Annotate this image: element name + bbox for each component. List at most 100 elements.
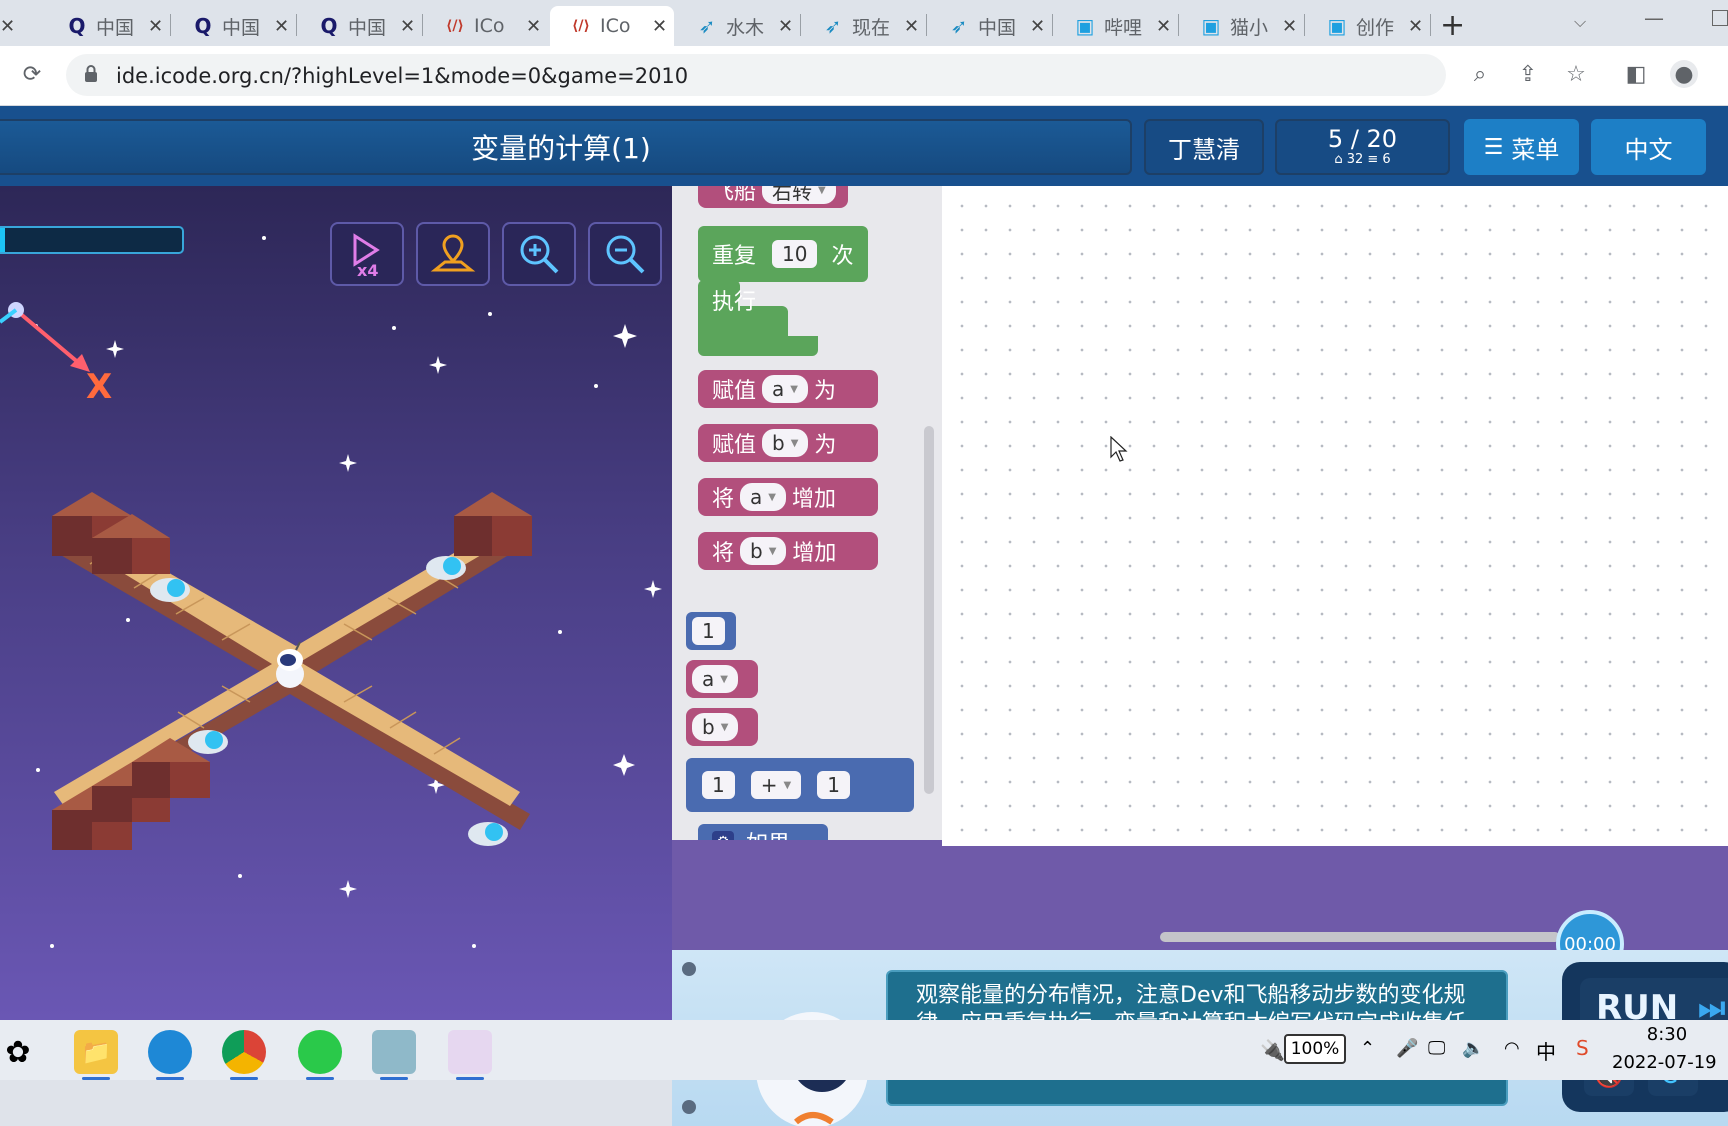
number-value[interactable]: 1	[692, 617, 725, 645]
variable-a-block[interactable]: a ▼	[686, 660, 758, 698]
variable-dropdown[interactable]: b ▼	[692, 713, 739, 741]
wechat-icon[interactable]	[298, 1030, 342, 1080]
volume-icon[interactable]: 🔈	[1462, 1038, 1484, 1059]
ime-indicator[interactable]: 中	[1536, 1036, 1556, 1065]
dropdown-arrow-icon: ▼	[818, 186, 826, 196]
q-icon: Q	[320, 14, 338, 38]
tab-title: 中国	[348, 16, 386, 39]
variable-b-block[interactable]: b ▼	[686, 708, 758, 746]
close-icon[interactable]: ✕	[1156, 16, 1171, 37]
sidebar-icon[interactable]: ◧	[1622, 60, 1650, 88]
variable-dropdown[interactable]: b ▼	[740, 537, 787, 565]
variable-dropdown[interactable]: a ▼	[740, 483, 786, 511]
direction-dropdown[interactable]: 右转 ▼	[762, 186, 836, 204]
browser-tab[interactable]: ✕	[0, 6, 15, 46]
reload-icon[interactable]: ⟳	[18, 60, 46, 88]
battery-indicator[interactable]: 100%	[1284, 1034, 1346, 1064]
lock-icon[interactable]	[84, 65, 98, 82]
speed-x4-button[interactable]: x4	[330, 222, 404, 286]
app-icon[interactable]	[372, 1030, 416, 1080]
bookmark-star-icon[interactable]: ☆	[1562, 60, 1590, 88]
map-pin-button[interactable]	[416, 222, 490, 286]
variable-dropdown[interactable]: a ▼	[762, 375, 808, 403]
tab-search-icon[interactable]: ⌵	[1574, 12, 1586, 32]
browser-tab[interactable]: ▣ 猫小 ✕	[1180, 6, 1304, 46]
dropdown-value: b	[772, 431, 785, 455]
close-icon[interactable]: ✕	[274, 16, 289, 37]
menu-button[interactable]: ☰ 菜单	[1464, 119, 1579, 175]
minimize-icon[interactable]: —	[1644, 6, 1664, 30]
browser-tab[interactable]: ➶ 现在 ✕	[802, 6, 926, 46]
browser-tab[interactable]: ➶ 水木 ✕	[676, 6, 800, 46]
browser-tab[interactable]: ▣ 哔哩 ✕	[1054, 6, 1178, 46]
number-block[interactable]: 1	[686, 612, 736, 650]
variable-dropdown[interactable]: a ▼	[692, 665, 738, 693]
close-icon[interactable]: ✕	[778, 16, 793, 37]
math-operation-block[interactable]: 1 + ▼ 1	[686, 758, 914, 812]
code-workspace[interactable]	[942, 186, 1728, 846]
close-icon[interactable]: ✕	[148, 16, 163, 37]
zoom-out-button[interactable]	[588, 222, 662, 286]
power-plug-icon[interactable]: 🔌	[1260, 1038, 1285, 1062]
if-block[interactable]: ⚙ 如果	[698, 824, 828, 840]
assign-a-block[interactable]: 赋值 a ▼ 为	[698, 370, 878, 408]
browser-tab[interactable]: Q 中国 ✕	[172, 6, 296, 46]
level-progress: 5 / 20	[1327, 125, 1398, 153]
browser-tab[interactable]: Q 中国 ✕	[46, 6, 170, 46]
repeat-label: 重复	[712, 244, 757, 269]
close-icon[interactable]: ✕	[904, 16, 919, 37]
profile-icon[interactable]: ●	[1670, 60, 1698, 88]
tab-separator	[800, 14, 801, 36]
game-page: 变量的计算(1) 丁慧清 5 / 20 ⌂ 32 ≡ 6 ☰ 菜单 中文 X x…	[0, 106, 1728, 1126]
user-name-button[interactable]: 丁慧清	[1144, 119, 1264, 175]
close-icon[interactable]: ✕	[400, 16, 415, 37]
display-icon[interactable]: 🖵	[1428, 1038, 1445, 1059]
close-icon[interactable]: ✕	[1282, 16, 1297, 37]
clock-date[interactable]: 2022-07-19	[1612, 1052, 1728, 1073]
close-icon[interactable]: ✕	[526, 16, 541, 37]
microphone-icon[interactable]: 🎤	[1396, 1038, 1418, 1059]
tab-separator	[1178, 14, 1179, 36]
new-tab-button[interactable]: +	[1440, 8, 1465, 43]
variable-dropdown[interactable]: b ▼	[762, 429, 809, 457]
browser-tab[interactable]: Q 中国 ✕	[298, 6, 422, 46]
browser-tab[interactable]: ▣ 创作 ✕	[1306, 6, 1430, 46]
start-icon[interactable]: ✿	[0, 1030, 40, 1074]
zoom-icon[interactable]: ⌕	[1466, 60, 1494, 88]
browser-tab[interactable]: ⟨/⟩ ICo ✕	[424, 6, 548, 46]
ship-turn-block[interactable]: 飞船 右转 ▼	[698, 186, 848, 208]
toolbox-scrollbar[interactable]	[924, 426, 934, 794]
file-explorer-icon[interactable]: 📁	[74, 1030, 118, 1080]
close-icon[interactable]: ✕	[1030, 16, 1045, 37]
increase-b-block[interactable]: 将 b ▼ 增加	[698, 532, 878, 570]
math-right-operand[interactable]: 1	[817, 771, 850, 799]
wifi-icon[interactable]: ◠	[1504, 1038, 1520, 1059]
bird-icon: ➶	[698, 14, 716, 38]
sogou-ime-icon[interactable]: S	[1576, 1036, 1589, 1060]
url-text[interactable]: ide.icode.org.cn/?highLevel=1&mode=0&gam…	[116, 64, 688, 88]
dropdown-arrow-icon: ▼	[790, 437, 799, 449]
math-left-operand[interactable]: 1	[702, 771, 735, 799]
close-icon[interactable]: ✕	[0, 16, 15, 37]
repeat-count-input[interactable]: 10	[772, 240, 818, 268]
workspace-scrollbar[interactable]	[1160, 932, 1560, 942]
chrome-icon[interactable]	[222, 1030, 266, 1080]
paint-icon[interactable]	[448, 1030, 492, 1080]
assign-b-block[interactable]: 赋值 b ▼ 为	[698, 424, 878, 462]
maximize-icon[interactable]	[1712, 10, 1728, 26]
increase-a-block[interactable]: 将 a ▼ 增加	[698, 478, 878, 516]
operator-dropdown[interactable]: + ▼	[750, 771, 802, 799]
browser-tab[interactable]: ➶ 中国 ✕	[928, 6, 1052, 46]
share-icon[interactable]: ⇪	[1514, 60, 1542, 88]
close-icon[interactable]: ✕	[1408, 16, 1423, 37]
clock-time[interactable]: 8:30	[1612, 1024, 1722, 1045]
tab-separator	[1052, 14, 1053, 36]
tray-expand-icon[interactable]: ⌃	[1360, 1038, 1375, 1059]
browser-tab[interactable]: ⟨/⟩ ICo ✕	[550, 6, 674, 46]
edge-icon[interactable]	[148, 1030, 192, 1080]
zoom-in-button[interactable]	[502, 222, 576, 286]
close-icon[interactable]: ✕	[652, 16, 667, 37]
level-selector[interactable]: 5 / 20 ⌂ 32 ≡ 6	[1275, 119, 1450, 175]
repeat-block[interactable]: 重复 10 次	[698, 226, 868, 282]
language-button[interactable]: 中文	[1591, 119, 1706, 175]
